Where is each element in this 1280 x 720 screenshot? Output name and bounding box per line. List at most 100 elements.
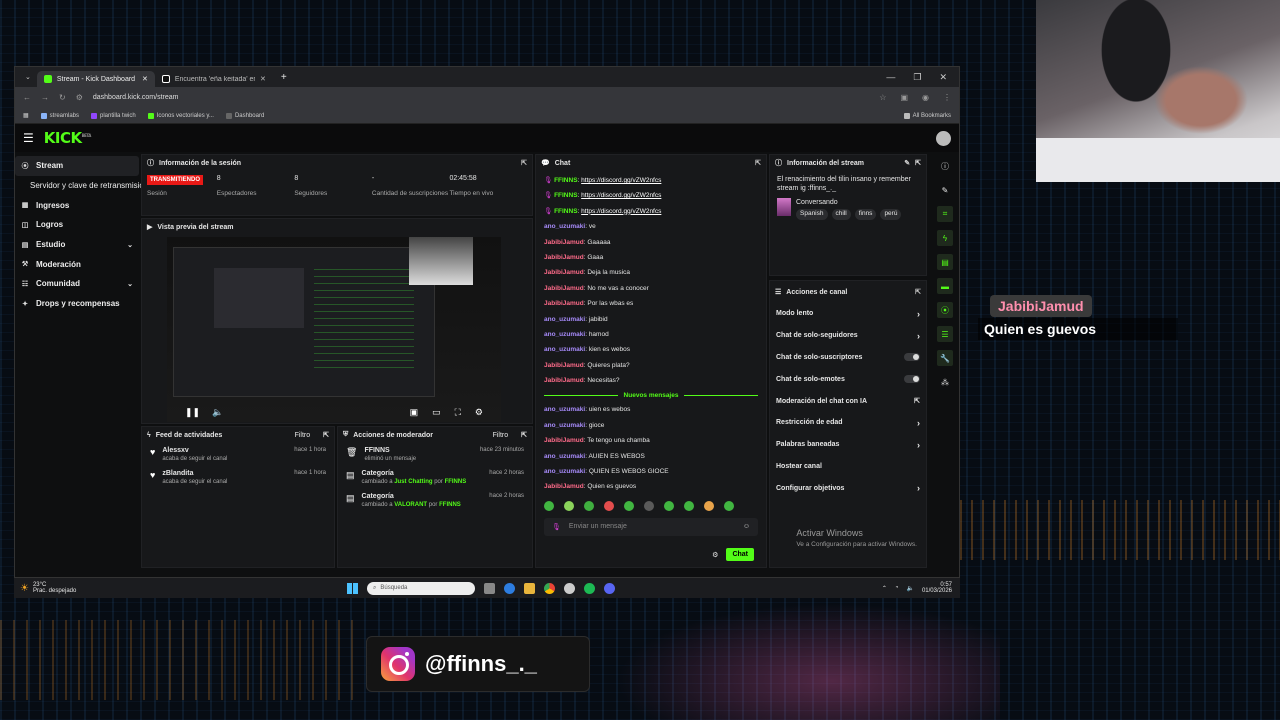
notes-icon[interactable]: ▤ [937,254,953,270]
minimize-icon[interactable]: — [886,72,895,83]
popout-icon[interactable]: ⇱ [521,159,527,167]
list-icon[interactable]: ☰ [937,326,953,342]
sidebar-item-comunidad[interactable]: ☷ Comunidad ⌄ [15,274,139,294]
filter-button[interactable]: Filtro [295,432,311,439]
edit-icon[interactable]: ✎ [937,182,953,198]
reload-icon[interactable]: ↻ [59,93,66,102]
wifi-icon[interactable]: ◔ [895,585,899,591]
channel-action-item[interactable]: Modo lento › [770,303,926,325]
back-icon[interactable]: ← [23,93,31,102]
chat-icon[interactable]: ▬ [937,278,953,294]
bookmark-item[interactable]: plantilla twich [91,112,136,119]
volume-icon[interactable]: 🔈 [906,585,913,592]
maximize-icon[interactable]: ❐ [913,72,921,83]
sidebar-item-server-key[interactable]: Servidor y clave de retransmisión [15,176,148,196]
emoji-icon[interactable]: ☺ [743,523,750,530]
bookmark-item[interactable]: streamlabs [40,112,79,119]
file-explorer-icon[interactable] [524,582,535,594]
browser-menu-icon[interactable]: ⋮ [943,93,951,102]
bookmark-star-icon[interactable]: ☆ [879,93,886,102]
emote-icon[interactable] [684,500,694,511]
profile-icon[interactable]: ◉ [922,93,929,102]
channel-action-item[interactable]: Hostear canal [770,456,926,478]
sidebar-item-drops[interactable]: ✦ Drops y recompensas [15,294,139,314]
channel-action-item[interactable]: Chat de solo-suscriptores [770,347,926,369]
browser-tab[interactable]: Encuentra 'eña keitada' en Tik ✕ [155,71,273,87]
emote-icon[interactable] [644,500,654,511]
emote-icon[interactable] [664,500,674,511]
emote-icon[interactable] [724,500,734,511]
emote-icon[interactable] [584,500,594,511]
fullscreen-icon[interactable]: ⛶ [455,407,461,418]
edge-icon[interactable] [504,582,515,594]
apps-icon[interactable]: ▦ [23,112,29,119]
task-view-icon[interactable] [484,582,495,594]
popout-icon[interactable]: ⇱ [323,431,329,439]
kick-logo[interactable]: KICKBETA [44,129,92,147]
bookmark-item[interactable]: Iconos vectoriales y... [147,112,214,119]
emote-icon[interactable] [564,500,574,511]
emote-icon[interactable] [624,500,634,511]
stream-preview-video[interactable]: ❚❚ 🔈 ▣ ▭ ⛶ ⚙ [167,237,501,422]
spotify-icon[interactable] [584,582,595,594]
popout-icon[interactable]: ⇱ [915,288,921,296]
site-info-icon[interactable]: ⚙ [76,93,83,102]
bookmark-item[interactable]: Dashboard [225,112,264,119]
theater-icon[interactable]: ▭ [432,407,441,418]
obs-icon[interactable] [564,582,575,594]
broadcast-icon[interactable]: ⦿ [937,302,953,318]
pip-icon[interactable]: ▣ [410,407,419,418]
toggle-switch[interactable] [904,353,920,362]
channel-action-item[interactable]: Moderación del chat con IA ⇱ [770,390,926,412]
popout-icon[interactable]: ⇱ [521,431,527,439]
close-window-icon[interactable]: ✕ [939,72,947,83]
emote-icon[interactable] [544,500,554,511]
sidebar-item-ingresos[interactable]: ▦ Ingresos [15,195,139,215]
emote-icon[interactable] [704,500,714,511]
taskbar-search-input[interactable]: ⌕ Búsqueda [367,581,475,595]
edit-icon[interactable]: ✎ [904,159,910,167]
filter-button[interactable]: Filtro [493,432,509,439]
close-tab-icon[interactable]: ✕ [142,75,148,83]
chrome-icon[interactable] [544,582,555,594]
toggle-switch[interactable] [904,375,920,384]
sidebar-item-logros[interactable]: ◫ Logros [15,215,139,235]
extensions-icon[interactable]: ▣ [900,93,908,102]
info-icon[interactable]: ⓘ [937,158,953,174]
sidebar-item-estudio[interactable]: ▤ Estudio ⌄ [15,235,139,255]
bolt-icon[interactable]: ϟ [937,230,953,246]
weather-widget[interactable]: ☀ 23°C Prac. despejado [20,582,76,594]
tab-search-chevron-icon[interactable]: ⌄ [19,73,37,81]
popout-icon[interactable]: ⇱ [915,159,921,167]
url-input[interactable]: dashboard.kick.com/stream [93,94,179,101]
channel-action-item[interactable]: Chat de solo-seguidores › [770,325,926,347]
send-chat-button[interactable]: Chat [726,548,754,561]
wrench-icon[interactable]: 🔧 [937,350,953,366]
apps-icon[interactable]: ⁂ [937,374,953,390]
tray-chevron-icon[interactable]: ⌃ [882,585,887,592]
browser-tab-active[interactable]: Stream - Kick Dashboard ✕ [36,71,155,87]
settings-icon[interactable]: ⚙ [475,407,483,418]
volume-icon[interactable]: 🔈 [212,407,223,418]
clip-icon[interactable]: ⌗ [937,206,953,222]
hamburger-menu-icon[interactable]: ☰ [23,131,34,145]
channel-action-item[interactable]: Palabras baneadas › [770,434,926,456]
chat-input[interactable]: 🎙 Enviar un mensaje ☺ [544,517,758,536]
forward-icon[interactable]: → [41,93,49,102]
windows-start-icon[interactable] [347,582,358,594]
all-bookmarks-button[interactable]: All Bookmarks [903,112,951,119]
popout-icon[interactable]: ⇱ [755,159,761,167]
channel-action-item[interactable]: Chat de solo-emotes [770,368,926,390]
new-tab-button[interactable]: + [273,72,295,83]
pause-icon[interactable]: ❚❚ [185,407,200,418]
chat-settings-icon[interactable]: ⚙ [712,551,718,559]
sidebar-item-stream[interactable]: ⦿ Stream [15,156,139,176]
new-messages-divider[interactable]: Nuevos mensajes [544,388,758,402]
emote-icon[interactable] [604,500,614,511]
channel-action-item[interactable]: Restricción de edad › [770,412,926,434]
clock[interactable]: 0:57 01/03/2026 [922,582,952,594]
discord-icon[interactable] [604,582,615,594]
channel-action-item[interactable]: Configurar objetivos › [770,477,926,499]
sidebar-item-moderacion[interactable]: ⚒ Moderación [15,254,139,274]
close-tab-icon[interactable]: ✕ [260,75,266,83]
